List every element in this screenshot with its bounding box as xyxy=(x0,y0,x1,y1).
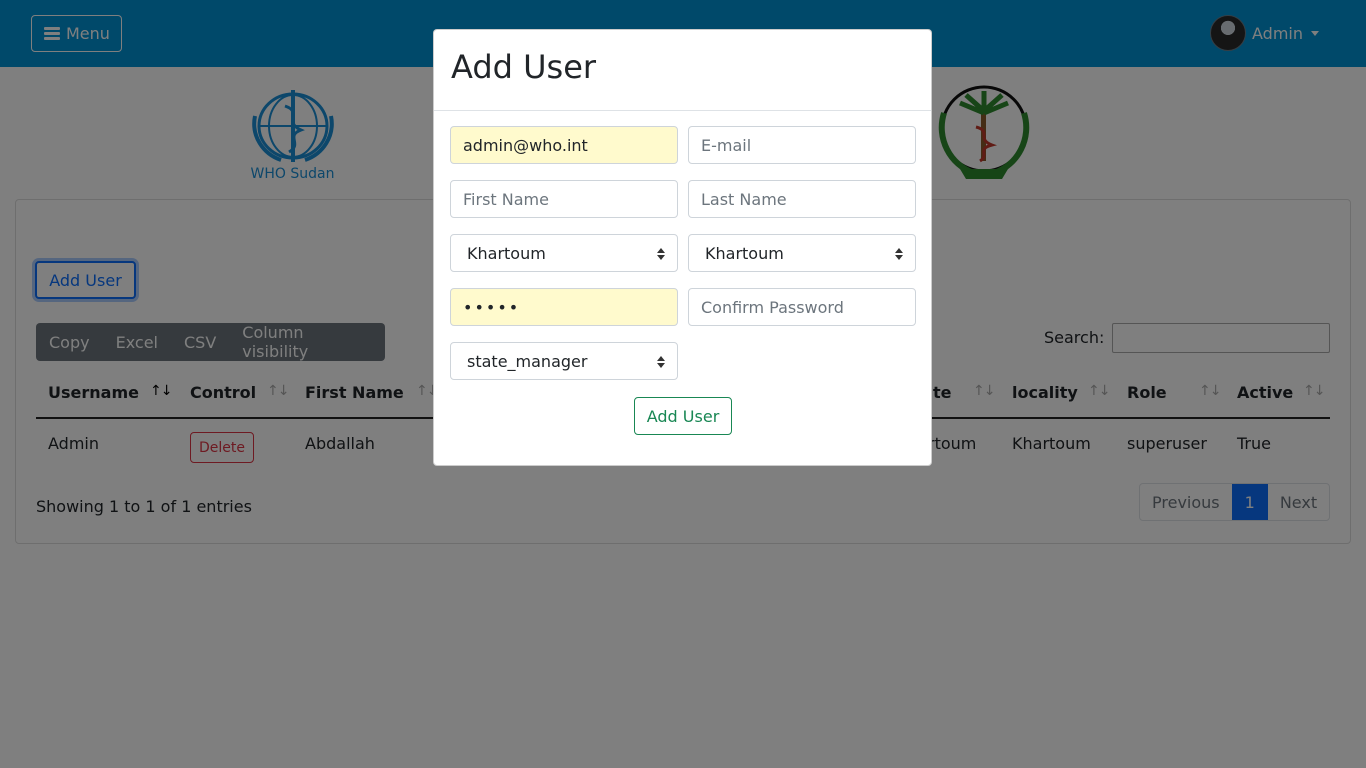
role-select-value: state_manager xyxy=(467,351,588,371)
state-select-value: Khartoum xyxy=(467,243,546,263)
modal-add-user-button[interactable]: Add User xyxy=(634,397,732,435)
state-select[interactable]: Khartoum xyxy=(450,234,678,272)
first-name-input[interactable]: First Name xyxy=(450,180,678,218)
locality-select-value: Khartoum xyxy=(705,243,784,263)
modal-title: Add User xyxy=(451,48,597,86)
password-input[interactable]: ••••• xyxy=(450,288,678,326)
select-arrows-icon xyxy=(895,248,903,260)
modal-header-divider xyxy=(434,110,931,111)
locality-select[interactable]: Khartoum xyxy=(688,234,916,272)
add-user-modal: Add User admin@who.int E-mail First Name… xyxy=(433,29,932,466)
role-select[interactable]: state_manager xyxy=(450,342,678,380)
email-input[interactable]: E-mail xyxy=(688,126,916,164)
select-arrows-icon xyxy=(657,356,665,368)
select-arrows-icon xyxy=(657,248,665,260)
last-name-input[interactable]: Last Name xyxy=(688,180,916,218)
confirm-password-input[interactable]: Confirm Password xyxy=(688,288,916,326)
username-input[interactable]: admin@who.int xyxy=(450,126,678,164)
